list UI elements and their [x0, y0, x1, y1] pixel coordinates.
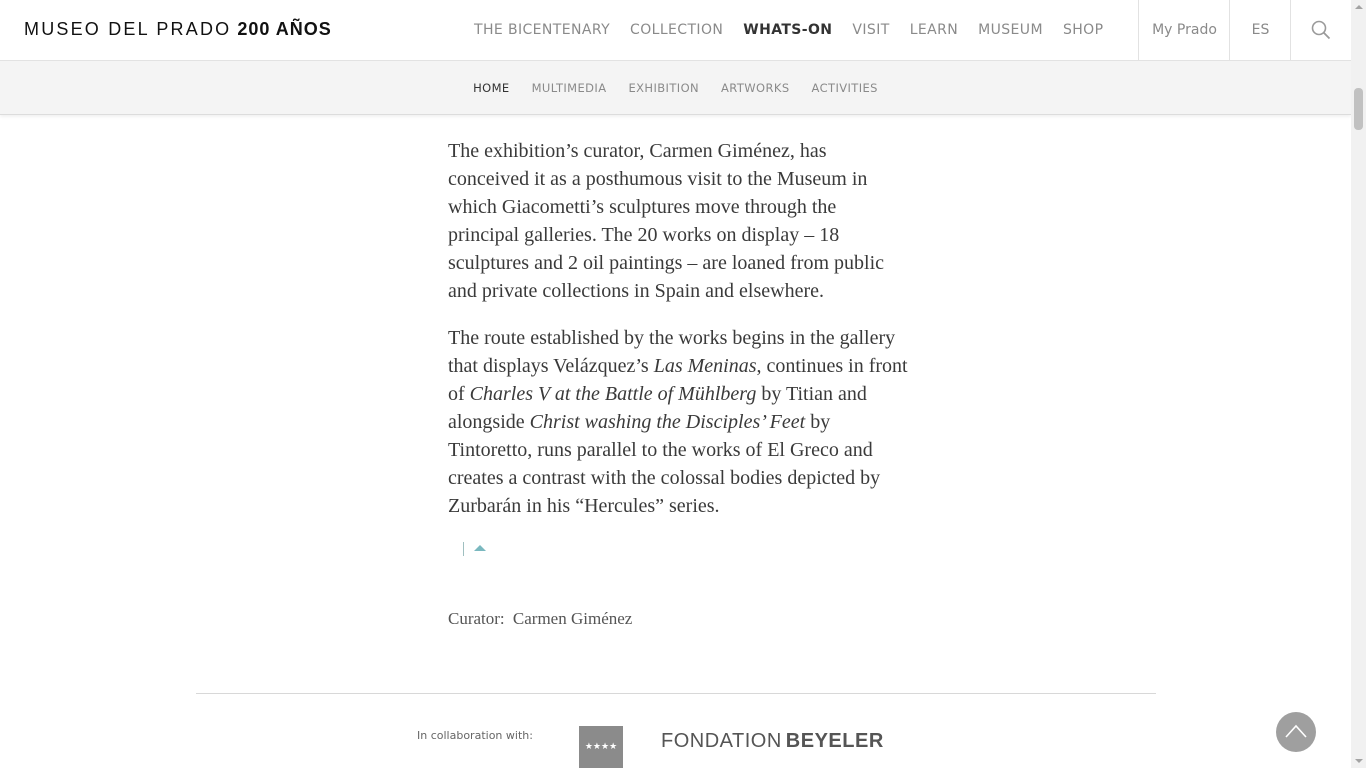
scroll-up-arrow-icon[interactable] — [1355, 5, 1363, 9]
nav-the-bicentenary[interactable]: THE BICENTENARY — [464, 22, 620, 38]
section-divider — [196, 693, 1156, 694]
beyeler-text-2: BEYELER — [785, 730, 884, 752]
article-paragraph-1: The exhibition’s curator, Carmen Giménez… — [448, 140, 885, 302]
nav-visit[interactable]: VISIT — [842, 22, 899, 38]
scroll-to-top-button[interactable] — [1276, 712, 1316, 752]
artwork-title-christ-washing: Christ washing the Disciples’ Feet — [529, 411, 806, 433]
stars-mark: ★★★★ — [584, 742, 618, 752]
subnav-artworks[interactable]: ARTWORKS — [721, 81, 790, 95]
comunidad-de-madrid-logo[interactable]: ★★★★ — [579, 726, 623, 768]
search-icon — [1311, 20, 1331, 40]
logo-strong-text: 200 AÑOS — [237, 19, 332, 39]
subnav-multimedia[interactable]: MULTIMEDIA — [532, 81, 607, 95]
article-paragraph-2: The route established by the works begin… — [448, 324, 908, 520]
chevron-up-icon — [1285, 724, 1307, 738]
artwork-title-charles-v: Charles V at the Battle of Mühlberg — [469, 383, 757, 405]
page-scrollbar[interactable] — [1351, 0, 1366, 768]
collapse-text-button[interactable] — [463, 542, 493, 556]
fondation-beyeler-logo[interactable]: FONDATION BEYELER — [661, 730, 884, 753]
article-body: The exhibition’s curator, Carmen Giménez… — [448, 137, 908, 539]
subnav-exhibition[interactable]: EXHIBITION — [628, 81, 699, 95]
artwork-title-las-meninas: Las Meninas — [653, 355, 757, 377]
language-switch[interactable]: ES — [1229, 0, 1291, 60]
nav-whats-on[interactable]: WHATS-ON — [733, 22, 842, 38]
nav-shop[interactable]: SHOP — [1053, 22, 1113, 38]
subnav-home[interactable]: HOME — [473, 81, 510, 95]
sub-nav: HOME MULTIMEDIA EXHIBITION ARTWORKS ACTI… — [0, 61, 1351, 115]
beyeler-text-1: FONDATION — [661, 730, 782, 752]
triangle-up-icon — [474, 545, 486, 551]
top-header: MUSEO DEL PRADO 200 AÑOS THE BICENTENARY … — [0, 0, 1351, 61]
collaboration-label: In collaboration with: — [417, 729, 533, 742]
curator-credit: Curator: Carmen Giménez — [448, 609, 632, 629]
scroll-down-arrow-icon[interactable] — [1355, 759, 1363, 763]
site-logo[interactable]: MUSEO DEL PRADO 200 AÑOS — [24, 19, 332, 40]
scrollbar-thumb[interactable] — [1354, 88, 1363, 130]
curator-label: Curator: — [448, 609, 505, 628]
nav-learn[interactable]: LEARN — [900, 22, 968, 38]
subnav-activities[interactable]: ACTIVITIES — [812, 81, 878, 95]
nav-museum[interactable]: MUSEUM — [968, 22, 1053, 38]
nav-collection[interactable]: COLLECTION — [620, 22, 733, 38]
curator-name: Carmen Giménez — [512, 609, 633, 628]
logo-text: MUSEO DEL PRADO — [24, 19, 232, 39]
search-button[interactable] — [1290, 0, 1351, 60]
main-nav: THE BICENTENARY COLLECTION WHATS-ON VISI… — [464, 0, 1113, 60]
my-prado-link[interactable]: My Prado — [1138, 0, 1230, 60]
